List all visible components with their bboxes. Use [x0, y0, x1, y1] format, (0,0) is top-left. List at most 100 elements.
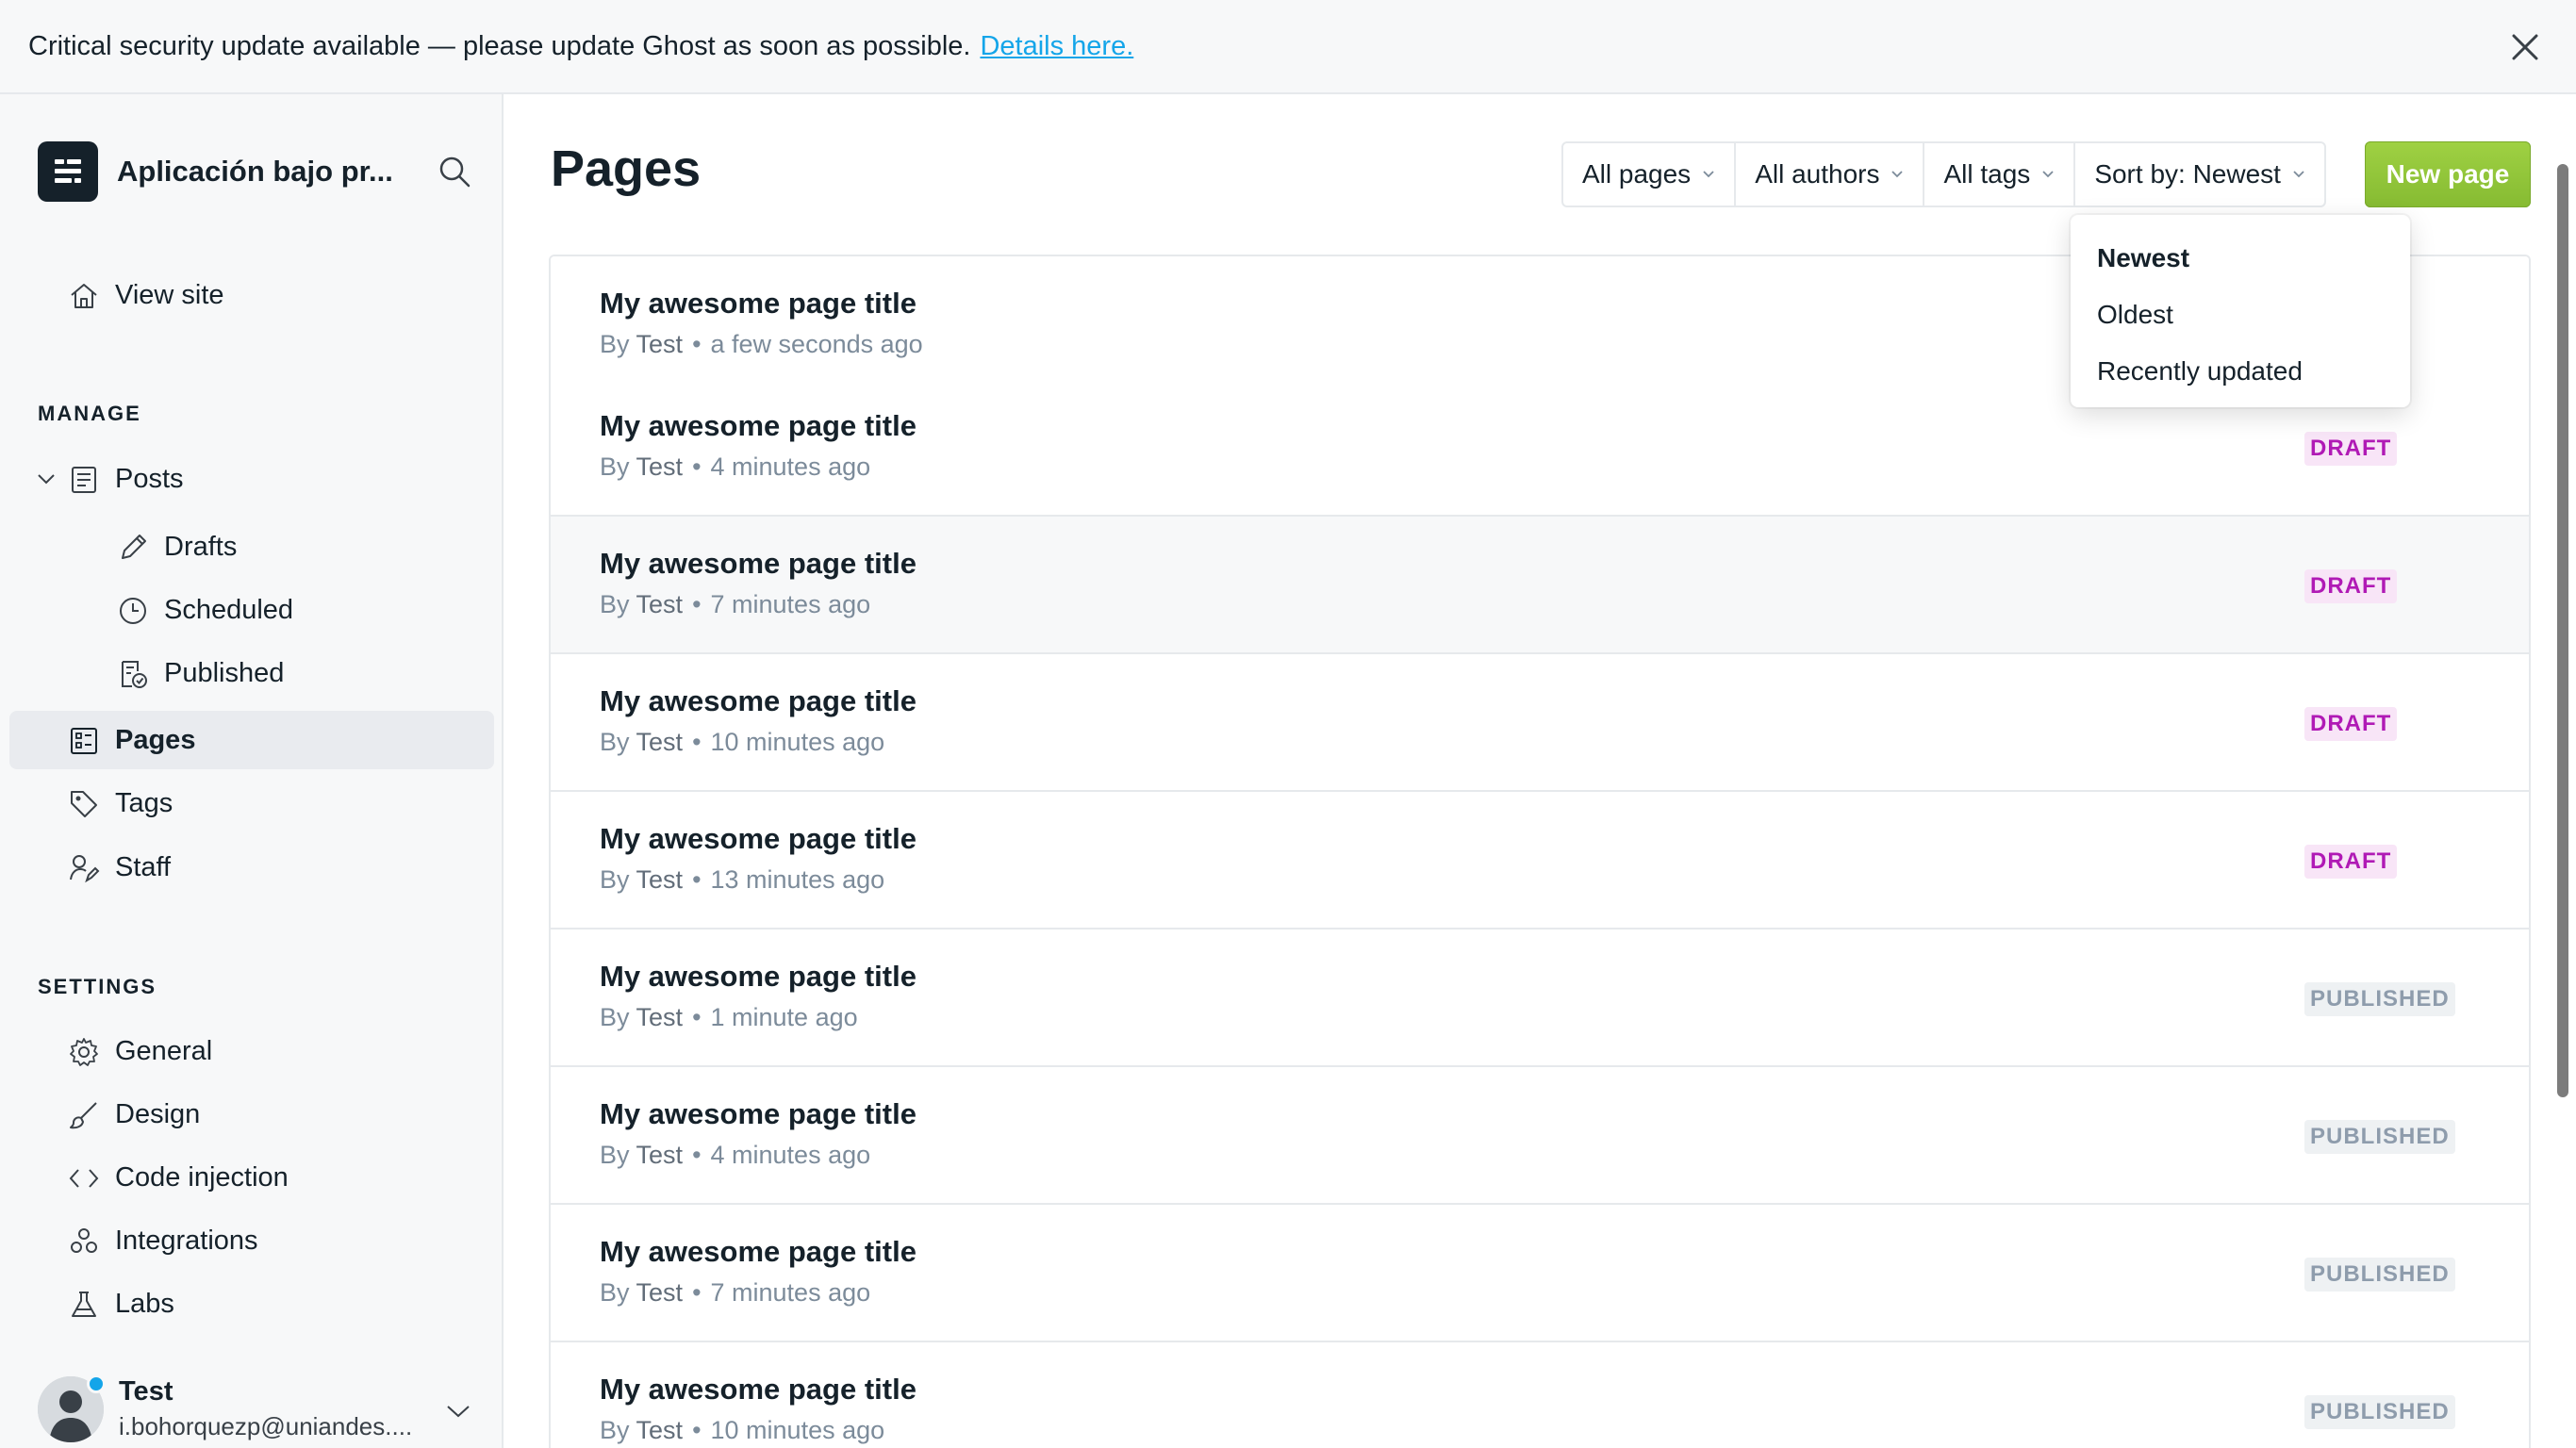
table-row[interactable]: My awesome page title By Test • 1 minute a…: [551, 930, 2529, 1067]
site-logo-icon: [38, 141, 98, 202]
table-row[interactable]: My awesome page title By Test • 10 minutes…: [551, 654, 2529, 792]
sidebar: Aplicación bajo pr... View site MANAGE P…: [0, 94, 504, 1448]
security-banner: Critical security update available — ple…: [0, 0, 2576, 94]
sidebar-item-label: Labs: [115, 1288, 174, 1319]
brand[interactable]: Aplicación bajo pr...: [38, 141, 471, 202]
page-item-author: Test: [636, 1278, 684, 1307]
page-item-title: My awesome page title: [600, 547, 916, 580]
page-item-author: Test: [636, 1416, 684, 1444]
sidebar-item-design[interactable]: Design: [9, 1085, 494, 1144]
status-badge: DRAFT: [2304, 432, 2398, 466]
sort-option-newest[interactable]: Newest: [2071, 230, 2410, 287]
table-row[interactable]: My awesome page title By Test • 7 minutes …: [551, 1205, 2529, 1342]
page-item-time: 10 minutes ago: [710, 728, 885, 756]
table-row[interactable]: My awesome page title By Test • 7 minutes …: [551, 517, 2529, 654]
page-item-title: My awesome page title: [600, 287, 916, 320]
posts-icon: [72, 467, 96, 493]
pages-list: My awesome page title By Test • a few seco…: [549, 255, 2531, 1448]
chevron-down-icon: [2042, 171, 2054, 178]
sort-option-recently-updated[interactable]: Recently updated: [2071, 343, 2410, 400]
sidebar-item-pages[interactable]: Pages: [9, 711, 494, 769]
scrollbar[interactable]: [2557, 164, 2568, 1097]
page-title: Pages: [551, 140, 702, 197]
page-item-time: a few seconds ago: [710, 330, 923, 358]
user-name: Test: [119, 1376, 173, 1407]
sidebar-item-posts[interactable]: Posts: [9, 450, 494, 508]
sidebar-item-general[interactable]: General: [9, 1022, 494, 1080]
table-row[interactable]: My awesome page title By Test • 10 minutes…: [551, 1342, 2529, 1448]
sidebar-item-code-injection[interactable]: Code injection: [9, 1148, 494, 1207]
page-item-meta: By Test • 13 minutes ago: [600, 865, 885, 894]
sidebar-item-integrations[interactable]: Integrations: [9, 1211, 494, 1270]
close-icon[interactable]: [2506, 28, 2544, 66]
sidebar-item-labs[interactable]: Labs: [9, 1275, 494, 1333]
page-item-meta: By Test • a few seconds ago: [600, 330, 923, 358]
sidebar-item-scheduled[interactable]: Scheduled: [9, 581, 494, 639]
page-item-title: My awesome page title: [600, 1097, 916, 1130]
page-item-author: Test: [636, 865, 684, 894]
chevron-down-icon[interactable]: [36, 470, 57, 487]
page-item-time: 10 minutes ago: [710, 1416, 885, 1444]
sidebar-item-drafts[interactable]: Drafts: [9, 518, 494, 576]
integrations-icon: [71, 1228, 97, 1253]
new-page-button[interactable]: New page: [2365, 141, 2531, 207]
page-item-author: Test: [636, 1003, 684, 1031]
sidebar-item-label: Published: [164, 657, 285, 688]
status-badge: PUBLISHED: [2304, 1120, 2455, 1154]
filter-type-select[interactable]: All pages: [1563, 143, 1737, 206]
sidebar-item-label: Design: [115, 1098, 201, 1129]
search-icon[interactable]: [438, 155, 471, 189]
table-row[interactable]: My awesome page title By Test • 4 minutes …: [551, 1067, 2529, 1205]
filter-tags-select[interactable]: All tags: [1924, 143, 2076, 206]
filter-authors-select[interactable]: All authors: [1736, 143, 1925, 206]
page-item-author: Test: [636, 590, 684, 618]
page-item-author: Test: [636, 1141, 684, 1169]
sort-label: Sort by: Newest: [2094, 159, 2281, 189]
page-item-meta: By Test • 7 minutes ago: [600, 590, 871, 618]
chevron-down-icon: [1703, 171, 1714, 178]
status-badge: PUBLISHED: [2304, 1258, 2455, 1292]
user-menu[interactable]: Test i.bohorquezp@uniandes....: [38, 1367, 471, 1442]
sidebar-item-label: Staff: [115, 851, 172, 882]
page-item-time: 4 minutes ago: [710, 1141, 871, 1169]
page-item-time: 13 minutes ago: [710, 865, 885, 894]
sidebar-item-label: Pages: [115, 724, 196, 755]
page-item-author: Test: [636, 728, 684, 756]
pencil-icon: [122, 535, 146, 559]
status-badge: PUBLISHED: [2304, 1395, 2455, 1429]
filter-authors-label: All authors: [1755, 159, 1880, 189]
sidebar-item-label: General: [115, 1035, 213, 1066]
table-row[interactable]: My awesome page title By Test • 13 minutes…: [551, 792, 2529, 930]
sidebar-item-view-site[interactable]: View site: [9, 266, 494, 324]
page-item-title: My awesome page title: [600, 684, 916, 717]
chevron-down-icon[interactable]: [445, 1403, 471, 1420]
brush-icon: [70, 1102, 97, 1129]
sidebar-item-label: Integrations: [115, 1225, 258, 1256]
sidebar-item-published[interactable]: Published: [9, 644, 494, 702]
sort-dropdown-menu: Newest Oldest Recently updated: [2071, 215, 2410, 407]
sidebar-item-label: Drafts: [164, 531, 238, 562]
sidebar-item-label: Posts: [115, 463, 184, 494]
tag-icon: [71, 791, 97, 817]
page-item-title: My awesome page title: [600, 1373, 916, 1406]
code-icon: [69, 1169, 99, 1188]
filter-type-label: All pages: [1582, 159, 1692, 189]
sidebar-item-staff[interactable]: Staff: [9, 838, 494, 897]
sort-option-oldest[interactable]: Oldest: [2071, 287, 2410, 343]
page-item-meta: By Test • 4 minutes ago: [600, 1141, 871, 1169]
sidebar-item-tags[interactable]: Tags: [9, 774, 494, 832]
page-item-title: My awesome page title: [600, 1235, 916, 1268]
page-item-title: My awesome page title: [600, 409, 916, 442]
published-icon: [122, 661, 147, 688]
status-badge: PUBLISHED: [2304, 982, 2455, 1016]
banner-details-link[interactable]: Details here.: [980, 31, 1133, 62]
user-email: i.bohorquezp@uniandes....: [119, 1412, 413, 1440]
sidebar-item-label: View site: [115, 279, 224, 310]
sidebar-item-label: Tags: [115, 787, 173, 818]
flask-icon: [72, 1292, 96, 1317]
sort-select[interactable]: Sort by: Newest: [2075, 143, 2324, 206]
page-item-meta: By Test • 4 minutes ago: [600, 452, 871, 481]
filter-bar: All pages All authors All tags Sort by: …: [1561, 141, 2326, 207]
chevron-down-icon: [2293, 171, 2304, 178]
clock-icon: [120, 598, 146, 624]
